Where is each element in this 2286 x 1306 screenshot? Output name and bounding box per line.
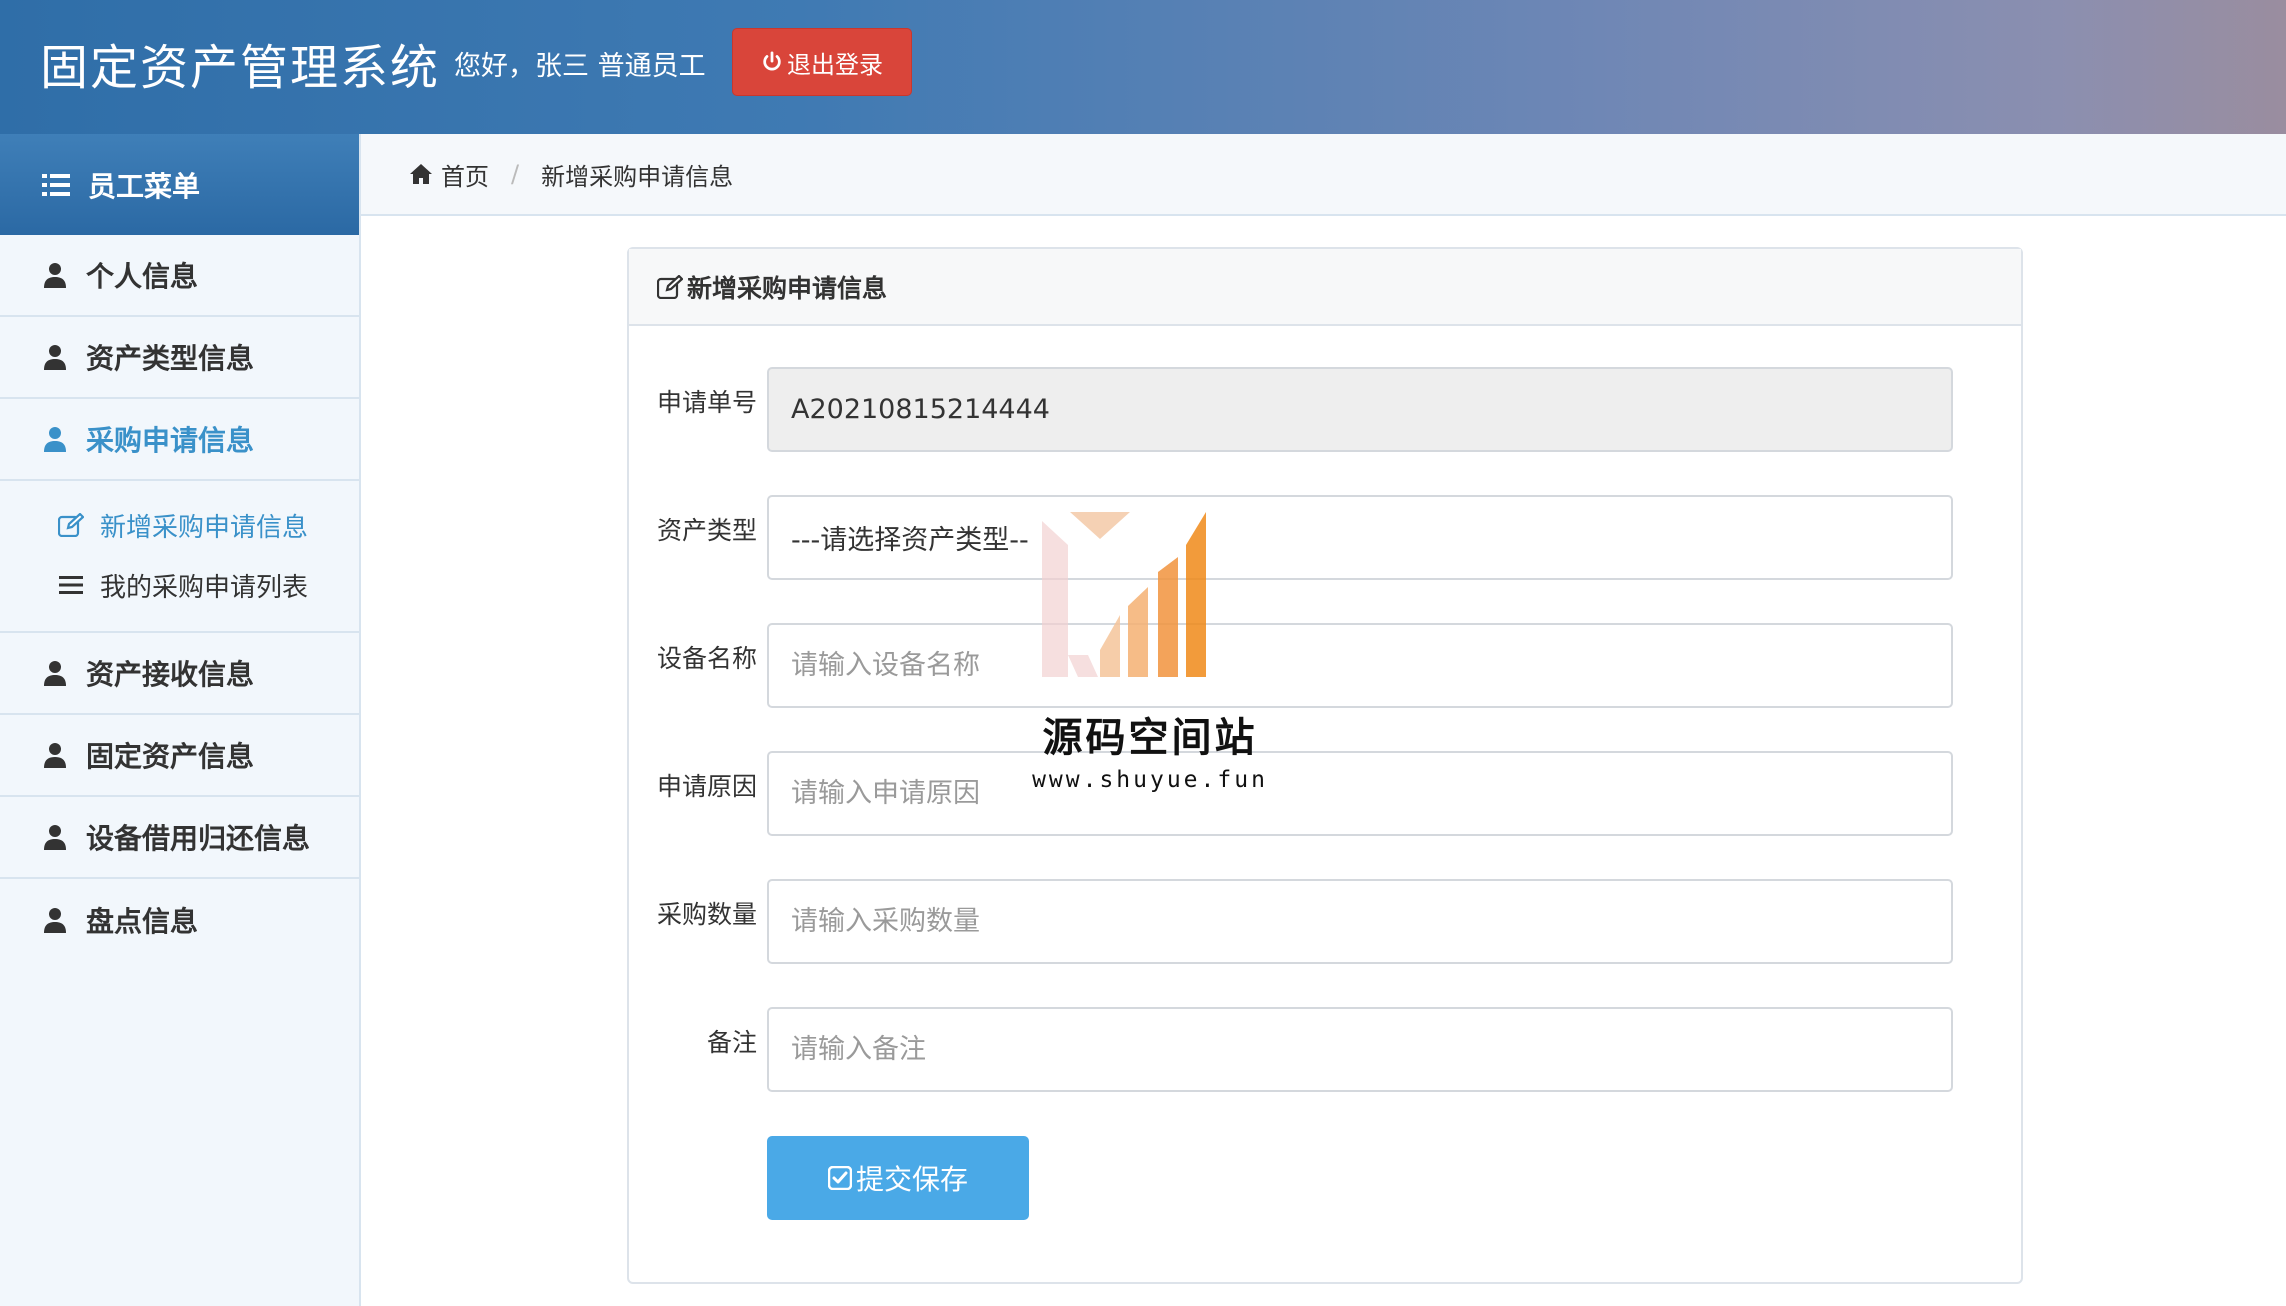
app-title: 固定资产管理系统: [40, 40, 441, 96]
list-icon: [42, 173, 70, 196]
edit-icon: [58, 513, 84, 537]
user-icon: [44, 743, 66, 768]
submenu-item-label: 我的采购申请列表: [100, 572, 309, 603]
watermark-logo-icon: [1042, 512, 1206, 677]
bars-icon: [59, 576, 83, 594]
sidebar-item-label: 采购申请信息: [86, 424, 255, 457]
sidebar-item-label: 资产类型信息: [86, 342, 255, 375]
top-header: 固定资产管理系统 您好，张三 普通员工 退出登录: [0, 0, 2286, 134]
breadcrumb-home-link[interactable]: 首页: [441, 157, 489, 192]
watermark: 源码空间站 www.shuyue.fun: [1020, 505, 1280, 805]
asset-type-label: 资产类型: [656, 516, 757, 545]
form-row-quantity: 采购数量: [629, 879, 2025, 964]
sidebar-item-borrow-return[interactable]: 设备借用归还信息: [0, 797, 359, 879]
sidebar-item-fixed-asset[interactable]: 固定资产信息: [0, 715, 359, 797]
edit-icon: [657, 274, 683, 299]
form-row-remark: 备注: [629, 1007, 2025, 1092]
user-icon: [44, 661, 66, 686]
watermark-url: www.shuyue.fun: [1032, 767, 1268, 793]
panel-title: 新增采购申请信息: [687, 273, 888, 303]
sidebar-item-label: 个人信息: [86, 260, 199, 293]
sidebar-item-label: 设备借用归还信息: [86, 822, 311, 855]
form-row-apply-no: 申请单号: [629, 367, 2025, 452]
user-icon: [44, 825, 66, 850]
apply-no-label: 申请单号: [656, 388, 757, 417]
device-name-label: 设备名称: [656, 644, 757, 673]
sidebar-item-personal-info[interactable]: 个人信息: [0, 235, 359, 317]
form-row-device-name: 设备名称: [629, 623, 2025, 708]
remark-label: 备注: [706, 1028, 757, 1057]
sidebar-header: 员工菜单: [0, 134, 359, 235]
submenu-item-my-requests[interactable]: 我的采购申请列表: [0, 555, 359, 615]
user-icon: [44, 908, 66, 933]
user-icon: [44, 427, 66, 452]
apply-no-field[interactable]: [767, 367, 1953, 452]
breadcrumb-current: 新增采购申请信息: [541, 162, 734, 191]
user-icon: [44, 345, 66, 370]
breadcrumb: 首页 / 新增采购申请信息: [361, 134, 2286, 216]
sidebar-item-label: 固定资产信息: [86, 740, 255, 773]
sidebar-item-label: 盘点信息: [86, 905, 199, 938]
form-row-asset-type: 资产类型 ---请选择资产类型--: [629, 495, 2025, 580]
asset-type-selected-value: ---请选择资产类型--: [791, 525, 1029, 556]
submenu-item-new-request[interactable]: 新增采购申请信息: [0, 495, 359, 555]
remark-field[interactable]: [767, 1007, 1953, 1092]
form-panel: 新增采购申请信息 申请单号 资产类型 ---请选择资产类型-- 设备名称 申请原…: [627, 247, 2023, 1284]
sidebar-item-asset-receive[interactable]: 资产接收信息: [0, 633, 359, 715]
reason-label: 申请原因: [656, 772, 757, 801]
quantity-field[interactable]: [767, 879, 1953, 964]
asset-type-select[interactable]: ---请选择资产类型--: [767, 495, 1953, 580]
quantity-label: 采购数量: [656, 900, 757, 929]
sidebar-item-purchase-request[interactable]: 采购申请信息: [0, 399, 359, 481]
device-name-field[interactable]: [767, 623, 1953, 708]
logout-button[interactable]: 退出登录: [732, 28, 912, 96]
submit-label: 提交保存: [855, 1163, 968, 1196]
sidebar: 员工菜单 个人信息 资产类型信息 采购申请信息 新增采购申请信息 我的采购申请列…: [0, 134, 361, 1306]
sidebar-item-inventory[interactable]: 盘点信息: [0, 879, 359, 961]
home-icon: [410, 164, 432, 184]
sidebar-item-label: 资产接收信息: [86, 658, 255, 691]
user-greeting: 您好，张三 普通员工: [454, 51, 706, 82]
sidebar-title: 员工菜单: [88, 169, 201, 203]
check-square-icon: [827, 1166, 852, 1190]
user-icon: [44, 263, 66, 288]
form-row-reason: 申请原因: [629, 751, 2025, 836]
breadcrumb-separator: /: [511, 160, 520, 188]
reason-field[interactable]: [767, 751, 1953, 836]
submenu-item-label: 新增采购申请信息: [100, 512, 309, 543]
submit-save-button[interactable]: 提交保存: [767, 1136, 1029, 1220]
watermark-title: 源码空间站: [1042, 715, 1258, 761]
panel-header: 新增采购申请信息: [629, 249, 2021, 326]
sidebar-item-asset-type[interactable]: 资产类型信息: [0, 317, 359, 399]
logout-label: 退出登录: [787, 50, 883, 79]
purchase-submenu: 新增采购申请信息 我的采购申请列表: [0, 481, 359, 633]
power-icon: [763, 51, 781, 71]
